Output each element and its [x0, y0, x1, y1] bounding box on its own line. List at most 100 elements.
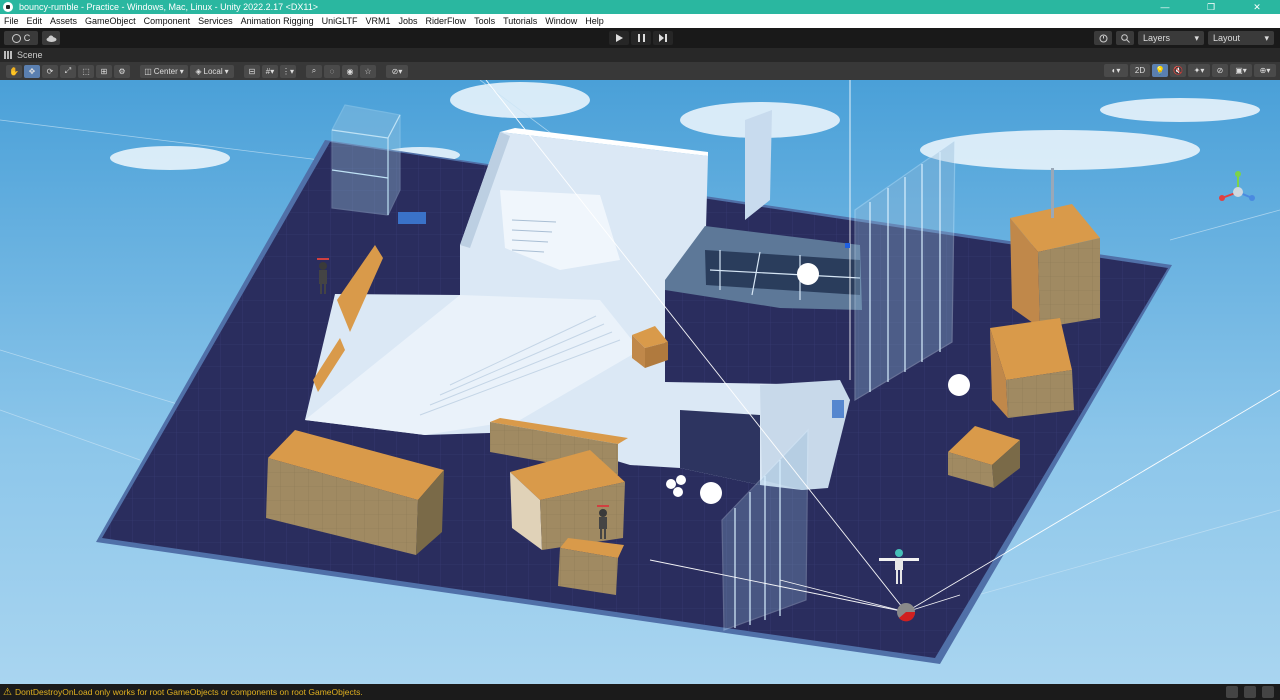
warning-icon: ⚠: [3, 686, 12, 698]
camera-settings-dropdown[interactable]: ▣▾: [1230, 64, 1252, 77]
cloud-button[interactable]: [42, 31, 60, 45]
layout-dropdown[interactable]: Layout ▾: [1208, 31, 1274, 45]
rect-tool-button[interactable]: ⬚: [78, 64, 94, 78]
scene-viewport[interactable]: [0, 80, 1280, 684]
scene-toolbar: ✋ ✥ ⟳ ⤢ ⬚ ⊞ ⚙ ◫ Center ▾ ◈ Local ▾ ⊟ #▾ …: [0, 62, 1280, 80]
maximize-button[interactable]: ❐: [1188, 0, 1234, 14]
minimize-button[interactable]: —: [1142, 0, 1188, 14]
menu-assets[interactable]: Assets: [46, 16, 81, 26]
menu-animation-rigging[interactable]: Animation Rigging: [237, 16, 318, 26]
search-button[interactable]: [1116, 31, 1134, 45]
snap-increment-icon: #▾: [265, 66, 275, 76]
tab-scene[interactable]: Scene: [0, 48, 51, 62]
search-icon: [1120, 33, 1130, 43]
2d-mode-button[interactable]: 2D: [1130, 64, 1150, 77]
account-icon: [11, 33, 21, 43]
rect-icon: ⬚: [82, 66, 90, 76]
menu-window[interactable]: Window: [541, 16, 581, 26]
gizmos-dropdown[interactable]: ⊕▾: [1254, 64, 1276, 77]
rotate-tool-button[interactable]: ⟳: [42, 64, 58, 78]
notification-icon[interactable]: [1262, 686, 1274, 698]
visibility-icon: ⊘: [1216, 66, 1224, 75]
close-button[interactable]: ✕: [1234, 0, 1280, 14]
menu-gameobject[interactable]: GameObject: [81, 16, 140, 26]
play-button[interactable]: [609, 31, 629, 45]
main-toolbar: C Layers ▾ Layout ▾: [0, 28, 1280, 48]
menu-unigltf[interactable]: UniGLTF: [318, 16, 362, 26]
menu-file[interactable]: File: [0, 16, 23, 26]
draw-mode-dropdown[interactable]: ⊘▾: [386, 64, 409, 78]
pivot-dropdown[interactable]: ◫ Center ▾: [140, 64, 188, 78]
space-dropdown[interactable]: ◈ Local ▾: [190, 64, 234, 78]
history-icon: [1099, 34, 1107, 42]
menu-bar: File Edit Assets GameObject Component Se…: [0, 14, 1280, 28]
grid-visibility-button[interactable]: ⋮▾: [280, 64, 297, 78]
scene-visibility-toggle[interactable]: ⊘: [1212, 64, 1228, 77]
chevron-down-icon: ▾: [1264, 32, 1269, 43]
play-icon: [615, 34, 623, 42]
gizmos-icon: ⊕▾: [1259, 66, 1271, 75]
menu-edit[interactable]: Edit: [23, 16, 47, 26]
console-message[interactable]: DontDestroyOnLoad only works for root Ga…: [15, 687, 363, 697]
menu-riderflow[interactable]: RiderFlow: [422, 16, 471, 26]
chevron-down-icon: ▾: [179, 66, 184, 76]
favorite-tool-button[interactable]: ☆: [360, 64, 377, 78]
camera-icon: ▣▾: [1235, 66, 1247, 75]
snap-increment-dropdown[interactable]: #▾: [262, 64, 278, 78]
progress-icon[interactable]: [1226, 686, 1238, 698]
space-label: Local: [203, 66, 223, 76]
camera-gizmo-icon: [897, 603, 916, 622]
scale-icon: ⤢: [64, 66, 72, 75]
menu-tools[interactable]: Tools: [470, 16, 499, 26]
history-button[interactable]: [1094, 31, 1112, 45]
step-button[interactable]: [653, 31, 673, 45]
audio-toggle[interactable]: 🔇: [1170, 64, 1186, 77]
pause-button[interactable]: [631, 31, 651, 45]
pivot-label: Center: [153, 66, 178, 76]
light-bulb-icon: 💡: [1155, 66, 1165, 75]
chevron-down-icon: ▾: [1194, 32, 1199, 43]
lighting-toggle[interactable]: 💡: [1152, 64, 1168, 77]
lasso-tool-button[interactable]: ◌: [324, 64, 341, 78]
search-tool-button[interactable]: ⌕: [306, 64, 323, 78]
layers-label: Layers: [1143, 33, 1171, 43]
move-tool-button[interactable]: ✥: [24, 64, 40, 78]
shading-mode-dropdown[interactable]: ◐▾: [1104, 64, 1128, 77]
scene-render: [0, 80, 1280, 684]
audio-icon: 🔇: [1173, 66, 1183, 75]
hand-icon: ✋: [9, 66, 19, 76]
pause-icon: [637, 34, 645, 42]
move-icon: ✥: [28, 66, 36, 76]
scale-tool-button[interactable]: ⤢: [60, 64, 76, 78]
effects-dropdown[interactable]: ✦▾: [1188, 64, 1210, 77]
account-button[interactable]: C: [4, 31, 38, 45]
pivot-icon: ◫: [144, 66, 152, 76]
scene-grid-icon: [4, 51, 13, 59]
menu-jobs[interactable]: Jobs: [395, 16, 422, 26]
title-bar: bouncy-rumble - Practice - Windows, Mac,…: [0, 0, 1280, 14]
layers-dropdown[interactable]: Layers ▾: [1138, 31, 1204, 45]
window-title: bouncy-rumble - Practice - Windows, Mac,…: [19, 2, 318, 12]
search-icon: ⌕: [311, 66, 317, 75]
menu-help[interactable]: Help: [581, 16, 608, 26]
transform-tool-button[interactable]: ⊞: [96, 64, 112, 78]
layout-label: Layout: [1213, 33, 1241, 43]
menu-services[interactable]: Services: [194, 16, 237, 26]
grid-snap-button[interactable]: ⊟: [244, 64, 260, 78]
eye-icon: ◉: [346, 66, 354, 76]
menu-vrm1[interactable]: VRM1: [362, 16, 395, 26]
debug-icon[interactable]: [1244, 686, 1256, 698]
axis-gizmo[interactable]: [1216, 170, 1260, 214]
menu-tutorials[interactable]: Tutorials: [499, 16, 541, 26]
unity-app-icon: [3, 2, 13, 12]
menu-component[interactable]: Component: [140, 16, 195, 26]
cloud-icon: [46, 35, 56, 42]
status-bar: ⚠ DontDestroyOnLoad only works for root …: [0, 684, 1280, 700]
effects-icon: ✦▾: [1193, 66, 1205, 75]
custom-tool-icon: ⚙: [118, 66, 126, 76]
grid-icon: ⋮▾: [282, 66, 295, 76]
hand-tool-button[interactable]: ✋: [6, 64, 22, 78]
view-tool-button[interactable]: ◉: [342, 64, 359, 78]
custom-tool-button[interactable]: ⚙: [114, 64, 130, 78]
tab-scene-label: Scene: [17, 50, 43, 60]
